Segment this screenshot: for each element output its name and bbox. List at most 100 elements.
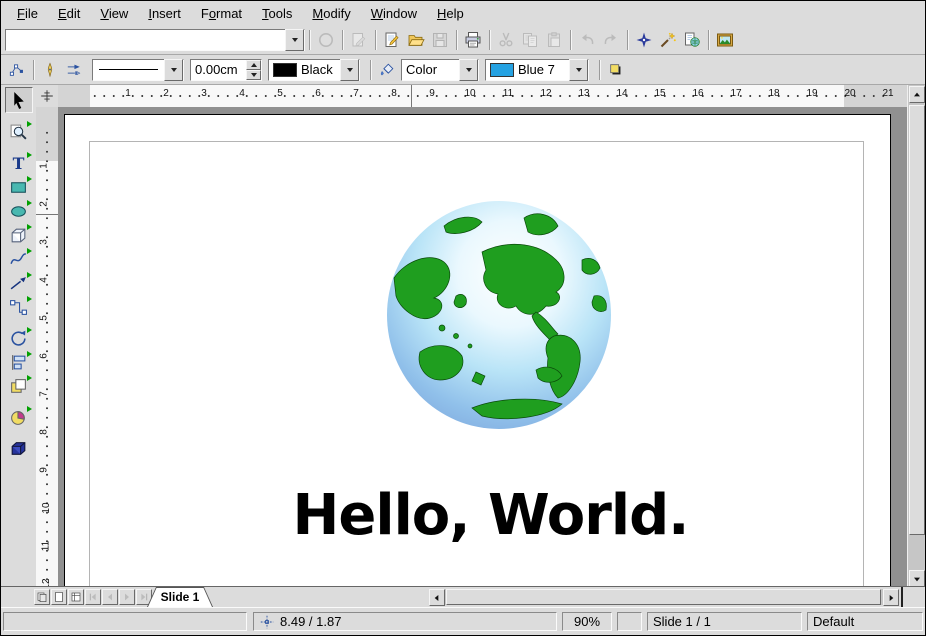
- fill-color-combo[interactable]: Blue 7: [485, 59, 589, 81]
- status-bar: 8.49 / 1.87 90% Slide 1 / 1 Default: [1, 607, 925, 635]
- position-icon: [259, 614, 275, 630]
- submenu-flag-icon: [27, 248, 32, 254]
- toolbar-separator: [33, 60, 34, 80]
- vertical-ruler-number: 11: [41, 541, 52, 551]
- object-bar: 0.00cm Black Color Blue 7: [1, 55, 925, 85]
- arrange-tool[interactable]: [6, 374, 32, 398]
- scroll-down-button[interactable]: [909, 570, 925, 587]
- open-icon[interactable]: [404, 28, 428, 52]
- scroll-left-button[interactable]: [429, 589, 445, 606]
- toolbar-separator: [627, 30, 628, 50]
- main-toolbox: T: [1, 85, 36, 588]
- status-page-style-panel: Default: [807, 612, 923, 631]
- zoom-tool[interactable]: [6, 120, 32, 144]
- slide-tab[interactable]: Slide 1: [147, 587, 213, 607]
- ellipse-tool[interactable]: [6, 199, 32, 223]
- edit-file-icon: [347, 28, 371, 52]
- menu-insert[interactable]: Insert: [138, 3, 191, 24]
- line-width-spinner[interactable]: 0.00cm: [190, 59, 262, 81]
- line-style-combo[interactable]: [92, 59, 184, 81]
- lines-arrows-tool[interactable]: [6, 271, 32, 295]
- slide-view-button[interactable]: [34, 589, 50, 605]
- print-icon[interactable]: [461, 28, 485, 52]
- vertical-cursor-indicator: [36, 214, 58, 215]
- layer-view-button[interactable]: [68, 589, 84, 605]
- submenu-flag-icon: [27, 176, 32, 182]
- rotate-tool[interactable]: [6, 326, 32, 350]
- status-slide-panel: Slide 1 / 1: [647, 612, 802, 631]
- curve-tool[interactable]: [6, 247, 32, 271]
- gallery-icon[interactable]: [713, 28, 737, 52]
- scroll-right-button[interactable]: [883, 589, 899, 606]
- navigator-icon[interactable]: [632, 28, 656, 52]
- fill-style-label: Color: [402, 62, 459, 77]
- fill-style-dropdown-button[interactable]: [459, 59, 478, 81]
- edit-points-icon[interactable]: [5, 58, 29, 82]
- zoom-icon[interactable]: [656, 28, 680, 52]
- menu-format[interactable]: Format: [191, 3, 252, 24]
- fill-icon[interactable]: [375, 58, 399, 82]
- vertical-ruler-number: 2: [38, 201, 49, 207]
- line-color-combo[interactable]: Black: [268, 59, 360, 81]
- menu-window[interactable]: Window: [361, 3, 427, 24]
- horizontal-ruler-number: 12: [540, 88, 551, 99]
- globe-image[interactable]: [386, 200, 612, 430]
- horizontal-ruler-number: 4: [239, 88, 245, 99]
- fill-color-dropdown-button[interactable]: [569, 59, 588, 81]
- toolbar-separator: [309, 30, 310, 50]
- menu-help[interactable]: Help: [427, 3, 474, 24]
- line-width-value[interactable]: 0.00cm: [191, 62, 246, 77]
- load-url-dropdown-button[interactable]: [285, 29, 304, 51]
- arrow-style-icon[interactable]: [62, 58, 86, 82]
- menu-file[interactable]: File: [7, 3, 48, 24]
- rectangle-tool[interactable]: [6, 175, 32, 199]
- controller3d-tool[interactable]: [6, 436, 32, 460]
- vertical-scrollbar[interactable]: [907, 85, 925, 588]
- horizontal-ruler-number: 18: [768, 88, 779, 99]
- alignment-tool[interactable]: [6, 350, 32, 374]
- menu-modify[interactable]: Modify: [302, 3, 360, 24]
- objects3d-tool[interactable]: [6, 223, 32, 247]
- drawing-canvas[interactable]: Hello, World.: [58, 107, 907, 588]
- toolbar-separator: [708, 30, 709, 50]
- menu-tools[interactable]: Tools: [252, 3, 302, 24]
- previous-slide-button: [102, 589, 118, 605]
- load-url-input[interactable]: [6, 31, 285, 49]
- menu-view[interactable]: View: [90, 3, 138, 24]
- page-view-button[interactable]: [51, 589, 67, 605]
- toolbox-gap: [1, 398, 36, 405]
- text-tool[interactable]: T: [6, 151, 32, 175]
- insert-tool[interactable]: [6, 405, 32, 429]
- new-document-icon[interactable]: [380, 28, 404, 52]
- line-color-swatch: [273, 63, 297, 77]
- scroll-up-button[interactable]: [909, 86, 925, 103]
- horizontal-ruler-number: 5: [277, 88, 283, 99]
- status-zoom-panel[interactable]: 90%: [562, 612, 612, 631]
- redo-icon: [599, 28, 623, 52]
- submenu-flag-icon: [27, 406, 32, 412]
- fill-style-combo[interactable]: Color: [401, 59, 479, 81]
- submenu-flag-icon: [27, 200, 32, 206]
- hello-world-text[interactable]: Hello, World.: [64, 483, 889, 548]
- horizontal-ruler-number: 6: [315, 88, 321, 99]
- horizontal-ruler-number: 17: [730, 88, 741, 99]
- slide-tab-label: Slide 1: [147, 587, 213, 607]
- vertical-scrollbar-thumb[interactable]: [909, 105, 925, 535]
- paste-icon: [542, 28, 566, 52]
- vertical-ruler-number: 4: [38, 277, 49, 283]
- vertical-ruler-number: 7: [38, 391, 49, 397]
- line-color-dropdown-button[interactable]: [340, 59, 359, 81]
- line-width-increase-button[interactable]: [246, 60, 261, 70]
- connector-tool[interactable]: [6, 295, 32, 319]
- horizontal-ruler-number: 1: [125, 88, 131, 99]
- line-style-dropdown-button[interactable]: [164, 59, 183, 81]
- select-tool[interactable]: [5, 87, 33, 113]
- shadow-icon[interactable]: [604, 58, 628, 82]
- menu-edit[interactable]: Edit: [48, 3, 90, 24]
- line-width-decrease-button[interactable]: [246, 70, 261, 80]
- pen-icon[interactable]: [38, 58, 62, 82]
- hyperlink-icon[interactable]: [680, 28, 704, 52]
- toolbar-separator: [456, 30, 457, 50]
- horizontal-ruler-number: 8: [391, 88, 397, 99]
- horizontal-scrollbar-thumb[interactable]: [446, 589, 881, 605]
